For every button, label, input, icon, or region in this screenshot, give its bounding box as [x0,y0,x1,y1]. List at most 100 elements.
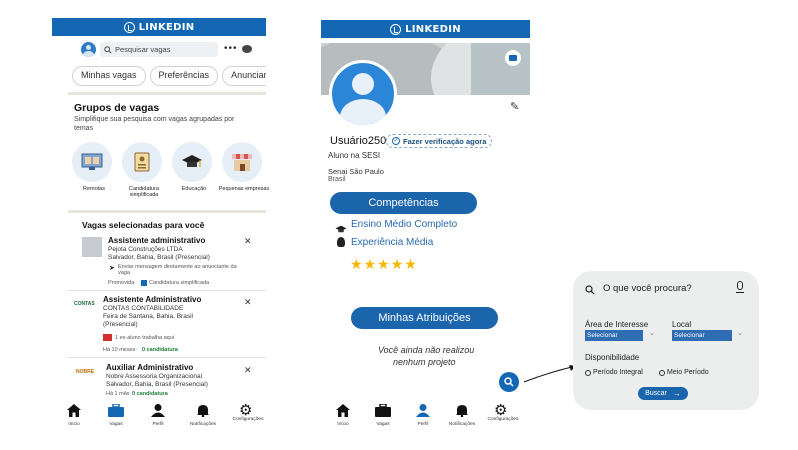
local-value: Selecionar [674,332,705,339]
filter-chips: Minhas vagas Preferências Anunciar va [72,66,266,86]
category-label: Remotas [82,186,105,192]
job-company: Nobre Assessoria Organizacional [106,373,203,380]
nav-label: Vagas [376,422,390,427]
more-options-icon[interactable]: ••• [224,43,238,54]
groups-title: Grupos de vagas [74,102,160,114]
chip-preferencias[interactable]: Preferências [149,66,219,86]
right-top-bar: LINKEDIN [321,20,530,38]
close-icon[interactable]: ✕ [244,365,252,376]
school: Senai São Paulo [328,167,384,176]
bottom-nav: Início Vagas Perfil Notificações ⚙ Confi… [52,402,266,430]
assignments-header[interactable]: Minhas Atribuições [351,307,498,329]
alumni-icon [103,334,112,341]
job-title: Auxiliar Administrativo [106,363,194,372]
nav-perfil[interactable]: Perfil [411,404,435,427]
nav-configuracoes[interactable]: ⚙ Configurações [230,403,266,422]
avatar[interactable] [81,42,96,57]
option-meio[interactable]: Meio Período [659,369,709,376]
category-educacao[interactable]: Educação [172,142,218,192]
divider [68,290,266,291]
skill-item: Ensino Médio Completo [351,219,458,230]
remote-work-icon [72,142,112,182]
search-panel: O que você procura? Área de Interesse Se… [573,271,759,410]
nav-perfil[interactable]: Perfil [146,404,170,427]
nav-inicio[interactable]: Início [62,404,86,427]
close-icon[interactable]: ✕ [244,297,252,308]
job-company: CONTAS CONTABILIDADE [103,305,184,312]
nav-label: Perfil [417,422,429,427]
skill-item: Experiência Média [351,237,434,248]
category-remotas[interactable]: Remotas [72,142,118,192]
panel-search-input[interactable]: O que você procura? [603,283,692,294]
nav-label: Perfil [152,422,164,427]
job-card[interactable]: NOBRE Auxiliar Administrativo Nobre Asse… [74,361,260,401]
search-icon [104,45,112,54]
edit-pencil-icon[interactable]: ✎ [510,100,519,113]
profile-picture[interactable] [329,60,397,128]
home-icon [67,404,81,417]
search-fab[interactable] [499,372,519,392]
easy-apply-icon [141,280,147,286]
job-title: Assistente administrativo [108,236,206,245]
divider [68,210,266,213]
radio-icon [659,369,665,376]
job-location: Salvador, Bahia, Brasil (Presencial) [106,381,208,388]
category-candidatura-simplificada[interactable]: Candidatura simplificada [122,142,168,198]
linkedin-logo-icon [390,23,402,35]
nav-notificacoes[interactable]: Notificações [447,404,477,427]
chip-anunciar[interactable]: Anunciar va [222,66,266,86]
option-label: Meio Período [667,369,709,376]
interest-select[interactable]: Selecionar [585,330,643,341]
skills-header[interactable]: Competências [330,192,477,214]
verify-button[interactable]: ✓ Fazer verificação agora [386,134,493,148]
lightbulb-icon [337,237,345,247]
nav-label: Início [337,422,349,427]
microphone-icon[interactable] [737,281,743,290]
availability-label: Disponibilidade [585,353,640,362]
rating-stars: ★ ★ ★ ★ ★ [350,256,417,273]
job-company: Pejota Construções LTDA [108,246,183,253]
job-card[interactable]: CONTAS Assistente Administrativo CONTAS … [72,293,260,355]
nav-inicio[interactable]: Início [331,404,355,427]
search-input[interactable]: Pesquisar vagas [100,42,218,57]
search-icon [585,282,595,300]
nav-vagas[interactable]: Vagas [104,403,128,427]
option-integral[interactable]: Período Integral [585,369,643,376]
close-icon[interactable]: ✕ [244,236,252,247]
nav-label: Notificações [189,422,217,427]
job-alumni: 1 ex-aluno trabalha aqui [115,335,175,341]
category-label: Pequenas empresas [218,186,270,192]
job-age: Há 10 meses [103,347,136,353]
nav-notificacoes[interactable]: Notificações [188,404,218,427]
camera-icon[interactable] [505,50,521,66]
job-card[interactable]: Assistente administrativo Pejota Constru… [80,234,260,290]
job-promoted: Promovida [108,280,135,286]
local-select[interactable]: Selecionar [672,330,732,341]
briefcase-icon [375,403,391,417]
search-button[interactable]: Buscar → [638,387,688,400]
chip-minhas-vagas[interactable]: Minhas vagas [72,66,146,86]
job-message: Enviar mensagem diretamente ao anunciant… [118,264,237,276]
messages-icon[interactable] [242,45,252,53]
job-location: Feira de Santana, Bahia, Brasil (Presenc… [103,313,193,328]
section-title: Vagas selecionadas para você [82,220,205,230]
divider [68,92,266,95]
arrow-right-icon: → [672,389,681,398]
groups-subtitle: Simplifique sua pesquisa com vagas agrup… [74,116,235,132]
job-easy-apply: Candidatura simplificada [149,280,210,286]
divider [68,357,266,358]
category-label: Educação [181,186,207,192]
verified-check-icon: ✓ [392,137,400,145]
company-logo [82,237,102,257]
nav-vagas[interactable]: Vagas [371,403,395,427]
search-button-label: Buscar [645,390,667,397]
country: Brasil [328,176,346,183]
gear-icon: ⚙ [494,402,508,419]
storefront-icon [222,142,262,182]
bottom-nav: Início Vagas Perfil Notificações ⚙ Confi… [321,402,530,430]
search-icon [504,377,514,387]
nav-configuracoes[interactable]: ⚙ Configurações [485,402,521,422]
category-pequenas-empresas[interactable]: Pequenas empresas [219,142,269,192]
nav-label: Configurações [232,417,264,422]
star-icon: ★ [404,256,417,272]
